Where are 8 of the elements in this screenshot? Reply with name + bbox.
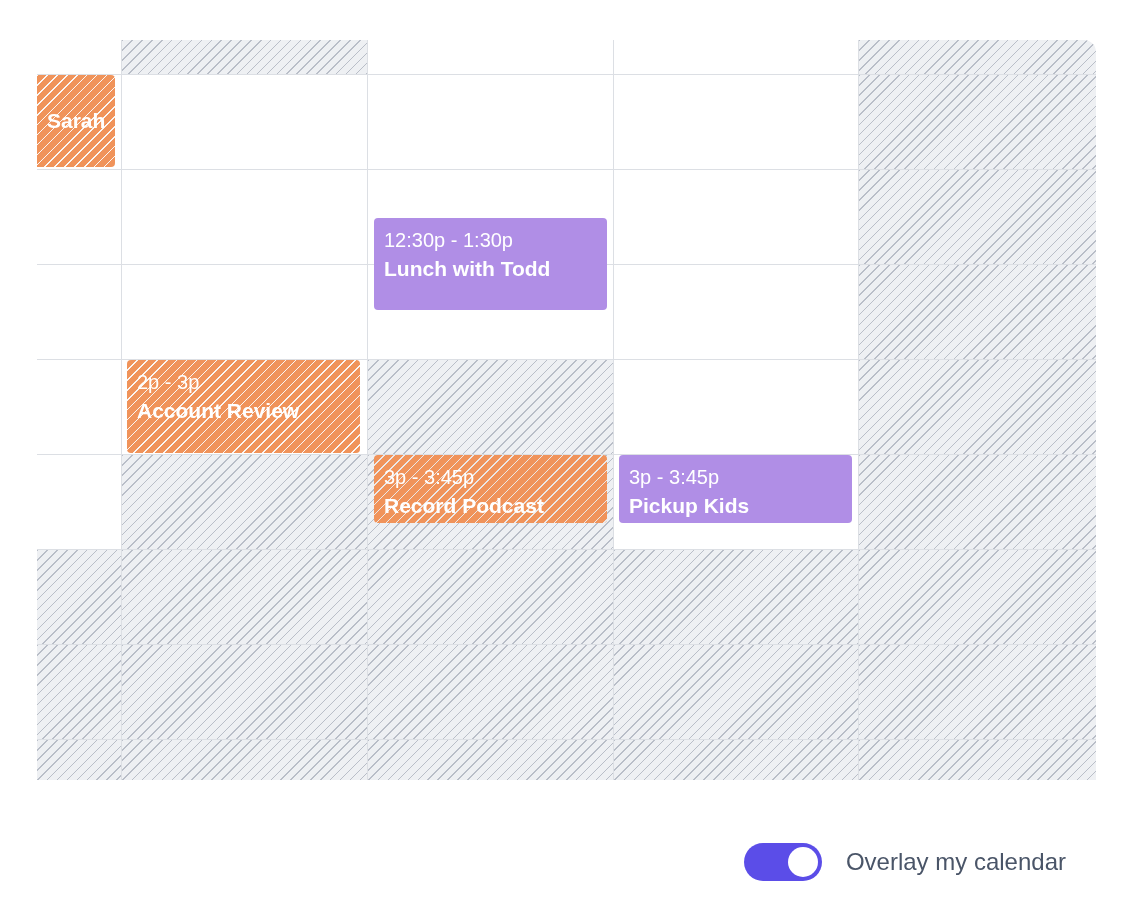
overlay-toggle[interactable] [743, 843, 822, 881]
event-time: 3p - 3:45p [629, 465, 721, 489]
event-time: 12:30p - 1:30p [384, 228, 514, 252]
event-title: Pickup Kids [629, 493, 751, 519]
event-card[interactable]: 12:30p - 1:30p Lunch with Todd [374, 218, 607, 310]
toggle-label: Overlay my calendar [845, 848, 1066, 876]
event-card[interactable]: 3p - 3:45p Pickup Kids [619, 455, 852, 523]
event-title: Lunch with Todd [384, 256, 552, 282]
